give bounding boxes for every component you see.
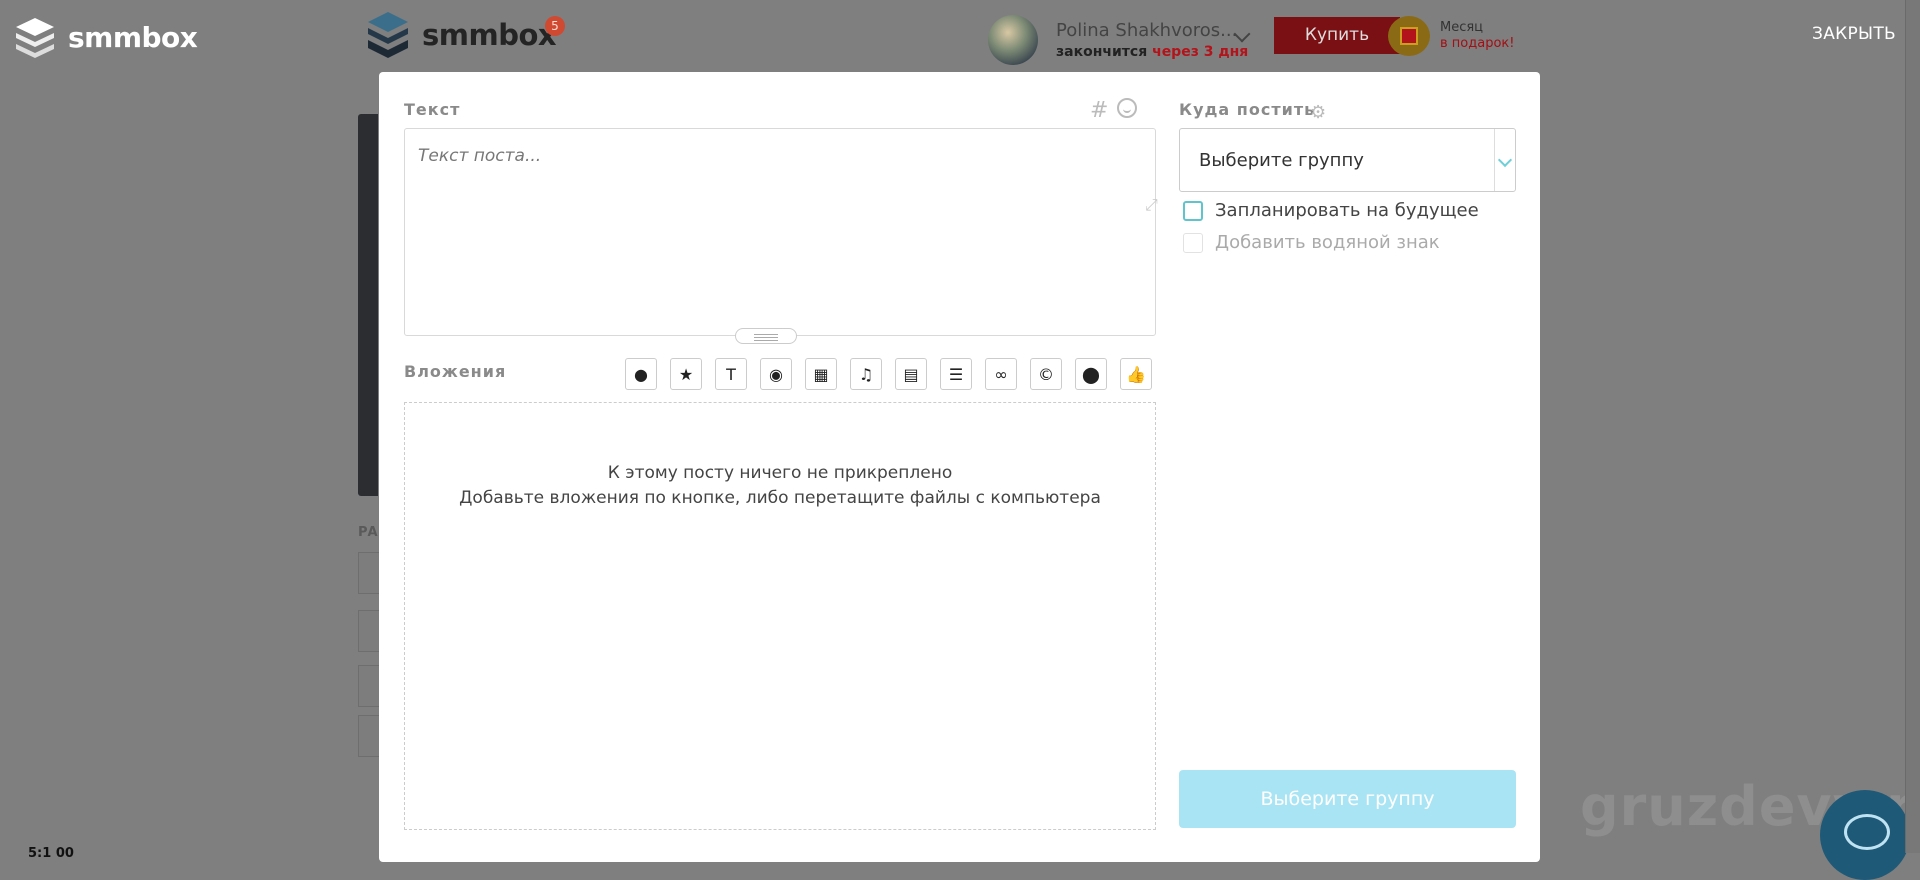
where-to-post-label: Куда постить	[1179, 100, 1316, 119]
empty-attachments-line1: К этому посту ничего не прикреплено	[607, 463, 953, 483]
avatar[interactable]	[988, 15, 1038, 65]
link-icon[interactable]: ∞	[985, 358, 1017, 390]
group-select[interactable]: Выберите группу	[1179, 128, 1516, 192]
background-row	[358, 665, 379, 707]
user-name: Polina Shakhvoros...	[1056, 20, 1238, 41]
side-logo-text: smmbox	[68, 20, 198, 54]
schedule-option[interactable]: Запланировать на будущее	[1183, 200, 1479, 221]
gift-line2: в подарок!	[1440, 36, 1515, 51]
gift-line1: Месяц	[1440, 20, 1484, 35]
empty-attachments-line2: Добавьте вложения по кнопке, либо перета…	[459, 488, 1101, 508]
watermark-option[interactable]: Добавить водяной знак	[1183, 232, 1440, 253]
music-icon[interactable]: ♫	[850, 358, 882, 390]
watermark-label: Добавить водяной знак	[1215, 232, 1440, 253]
emoji-icon[interactable]	[1117, 98, 1137, 118]
list-icon[interactable]: ☰	[940, 358, 972, 390]
schedule-label: Запланировать на будущее	[1215, 200, 1479, 221]
group-select-value: Выберите группу	[1199, 150, 1364, 171]
copyright-icon[interactable]: ©	[1030, 358, 1062, 390]
post-text-placeholder: Текст поста...	[418, 146, 542, 166]
resize-handle[interactable]	[735, 328, 797, 344]
gift-icon[interactable]	[1388, 16, 1430, 56]
close-button[interactable]: ЗАКРЫТЬ	[1812, 24, 1896, 44]
gift-promo[interactable]: Месяц в подарок!	[1440, 20, 1514, 52]
expire-highlight: через 3 дня	[1152, 44, 1249, 60]
side-logo[interactable]: smmbox	[12, 14, 198, 60]
document-icon[interactable]: ▤	[895, 358, 927, 390]
background-row	[358, 610, 379, 652]
camera-icon[interactable]: ◉	[760, 358, 792, 390]
buy-button[interactable]: Купить	[1274, 17, 1400, 54]
subscription-expire: закончится через 3 дня	[1056, 44, 1248, 60]
expire-prefix: закончится	[1056, 44, 1148, 60]
post-text-input[interactable]: Текст поста... ⤢	[404, 128, 1158, 336]
comment-icon[interactable]: ●	[625, 358, 657, 390]
attachments-label: Вложения	[404, 362, 507, 381]
star-icon[interactable]: ★	[670, 358, 702, 390]
post-editor-modal: Текст # Текст поста... ⤢ Вложения ● ★ T ◉ ▦ ♫…	[379, 72, 1540, 862]
scrollbar[interactable]	[1905, 0, 1920, 853]
main-logo[interactable]: smmbox	[366, 10, 557, 60]
background-section-label: РА	[358, 525, 378, 540]
expand-icon[interactable]: ⤢	[1145, 197, 1161, 213]
hashtag-icon[interactable]: #	[1090, 98, 1108, 123]
user-menu[interactable]: Polina Shakhvoros... закончится через 3 …	[988, 15, 1248, 65]
film-icon[interactable]: ▦	[805, 358, 837, 390]
thumbs-up-icon[interactable]: 👍	[1120, 358, 1152, 390]
top-header: smmbox smmbox 5 Polina Shakhvoros... зак…	[0, 0, 1920, 74]
gear-icon[interactable]: ⚙	[1310, 102, 1326, 123]
chevron-down-icon	[1497, 152, 1513, 168]
background-row	[358, 552, 379, 594]
background-row	[358, 715, 379, 757]
location-pin-icon[interactable]: ⬤	[1075, 358, 1107, 390]
logo-stack-icon	[368, 12, 408, 58]
attachments-drop-zone[interactable]: К этому посту ничего не прикреплено Доба…	[404, 402, 1156, 830]
submit-post-button[interactable]: Выберите группу	[1179, 770, 1516, 828]
main-logo-text: smmbox	[422, 18, 557, 52]
chat-icon	[1844, 814, 1890, 850]
background-panel	[358, 114, 378, 496]
attachments-toolbar: ● ★ T ◉ ▦ ♫ ▤ ☰ ∞ © ⬤ 👍	[625, 358, 1152, 390]
schedule-checkbox[interactable]	[1183, 200, 1203, 221]
logo-stack-icon	[16, 18, 54, 58]
background-time: 5:1 00	[28, 846, 74, 861]
text-section-label: Текст	[404, 100, 461, 119]
notification-badge[interactable]: 5	[545, 16, 565, 36]
chat-widget-button[interactable]	[1820, 790, 1910, 880]
text-icon[interactable]: T	[715, 358, 747, 390]
watermark-checkbox[interactable]	[1183, 232, 1203, 253]
